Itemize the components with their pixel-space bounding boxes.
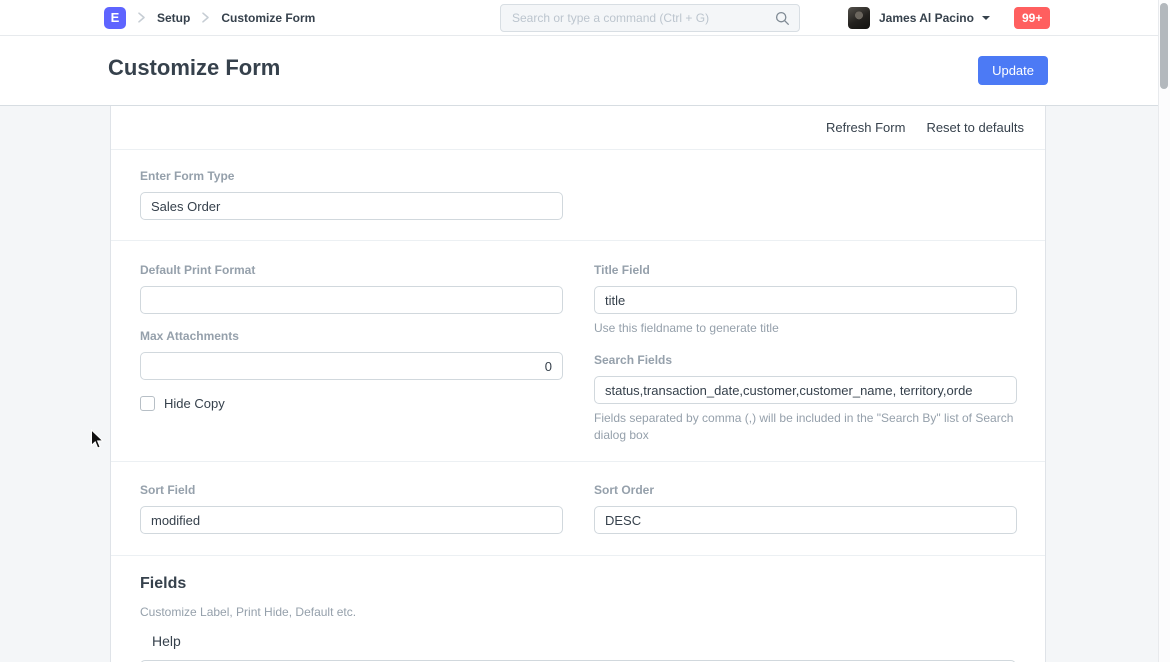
sort-field-label: Sort Field xyxy=(140,483,563,497)
update-button[interactable]: Update xyxy=(978,56,1048,85)
reset-to-defaults-link[interactable]: Reset to defaults xyxy=(926,120,1024,135)
default-print-format-label: Default Print Format xyxy=(140,263,563,277)
title-field-label: Title Field xyxy=(594,263,1017,277)
default-print-format-input[interactable] xyxy=(140,286,563,314)
max-attachments-input[interactable] xyxy=(140,352,563,380)
sort-order-label: Sort Order xyxy=(594,483,1017,497)
global-search xyxy=(500,4,800,32)
fields-grid-row-help[interactable]: Help xyxy=(152,633,1016,649)
user-name: James Al Pacino xyxy=(879,11,974,25)
section-sorting: Sort Field Sort Order xyxy=(111,462,1045,556)
app-logo[interactable]: E xyxy=(104,7,126,29)
notifications-badge[interactable]: 99+ xyxy=(1014,7,1050,29)
form-card: Refresh Form Reset to defaults Enter For… xyxy=(110,106,1046,662)
breadcrumb-customize-form[interactable]: Customize Form xyxy=(221,11,315,25)
title-field-help: Use this fieldname to generate title xyxy=(594,320,1017,337)
main-content: Refresh Form Reset to defaults Enter For… xyxy=(0,106,1170,662)
user-menu[interactable]: James Al Pacino xyxy=(848,0,990,35)
search-fields-help: Fields separated by comma (,) will be in… xyxy=(594,410,1017,444)
fields-section-title: Fields xyxy=(140,574,1016,593)
enter-form-type-label: Enter Form Type xyxy=(140,169,1016,183)
navbar: E Setup Customize Form James Al Pacino 9… xyxy=(0,0,1170,36)
sort-field-input[interactable] xyxy=(140,506,563,534)
scrollbar-track[interactable] xyxy=(1158,0,1170,662)
sort-order-input[interactable] xyxy=(594,506,1017,534)
chevron-right-icon xyxy=(137,12,146,23)
hide-copy-label[interactable]: Hide Copy xyxy=(164,396,225,411)
search-fields-label: Search Fields xyxy=(594,353,1017,367)
fields-section-description: Customize Label, Print Hide, Default etc… xyxy=(140,605,1016,619)
breadcrumb: E Setup Customize Form xyxy=(104,0,315,35)
scrollbar-thumb[interactable] xyxy=(1160,3,1168,89)
chevron-right-icon xyxy=(201,12,210,23)
search-icon[interactable] xyxy=(775,11,790,26)
global-search-input[interactable] xyxy=(512,11,775,25)
section-fields: Fields Customize Label, Print Hide, Defa… xyxy=(111,556,1045,662)
enter-form-type-input[interactable] xyxy=(140,192,563,220)
section-form-type: Enter Form Type xyxy=(111,150,1045,241)
refresh-form-link[interactable]: Refresh Form xyxy=(826,120,905,135)
title-field-input[interactable] xyxy=(594,286,1017,314)
section-properties: Default Print Format Max Attachments Hid… xyxy=(111,241,1045,462)
chevron-down-icon xyxy=(982,16,990,20)
page-head: Customize Form Update xyxy=(0,36,1170,106)
breadcrumb-setup[interactable]: Setup xyxy=(157,11,190,25)
hide-copy-checkbox[interactable] xyxy=(140,396,155,411)
form-toolbar: Refresh Form Reset to defaults xyxy=(111,106,1045,150)
max-attachments-label: Max Attachments xyxy=(140,329,563,343)
page-title: Customize Form xyxy=(108,55,280,81)
avatar xyxy=(848,7,870,29)
search-fields-input[interactable] xyxy=(594,376,1017,404)
